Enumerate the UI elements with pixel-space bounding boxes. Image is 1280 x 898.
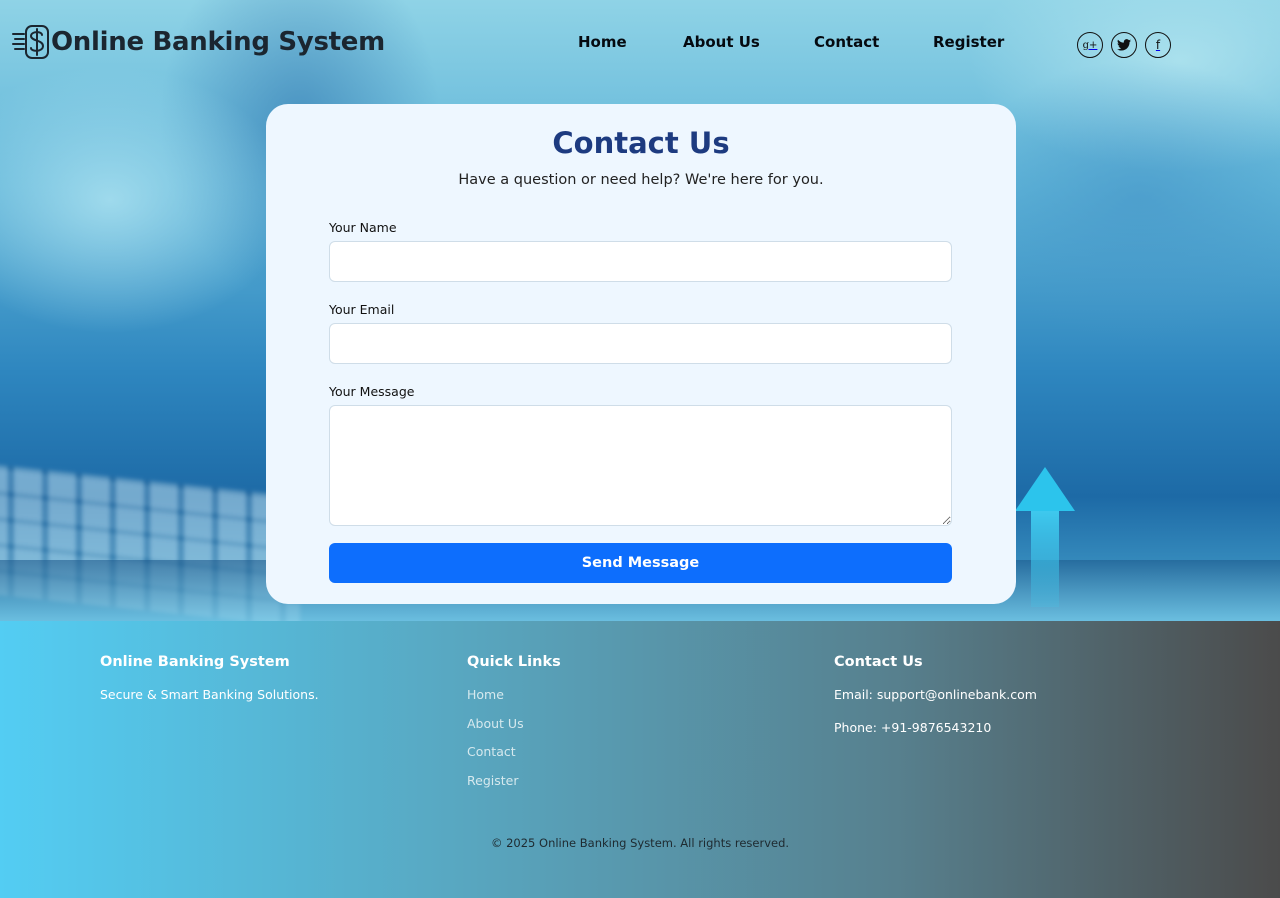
twitter-icon[interactable] <box>1111 32 1137 58</box>
contact-subtitle: Have a question or need help? We're here… <box>458 172 824 188</box>
footer-about-title: Online Banking System <box>100 654 290 670</box>
send-message-button[interactable]: Send Message <box>329 543 952 583</box>
footer-email: Email: support@onlinebank.com <box>834 687 1037 702</box>
footer-link-home[interactable]: Home <box>467 687 504 702</box>
top-navbar: Online Banking System Home About Us Cont… <box>0 0 1280 90</box>
nav-about-us[interactable]: About Us <box>683 33 760 51</box>
site-footer: Online Banking System Secure & Smart Ban… <box>0 621 1280 898</box>
nav-register[interactable]: Register <box>933 33 1004 51</box>
growth-arrow-graphic <box>1015 467 1075 607</box>
copyright-text: © 2025 Online Banking System. All rights… <box>490 836 790 850</box>
footer-quick-links-title: Quick Links <box>467 654 561 670</box>
footer-phone: Phone: +91-9876543210 <box>834 720 992 735</box>
google-plus-icon[interactable]: g+ <box>1077 32 1103 58</box>
email-input[interactable] <box>329 323 952 364</box>
brand-name: Online Banking System <box>51 27 385 57</box>
footer-contact-title: Contact Us <box>834 654 923 670</box>
twitter-bird-glyph <box>1117 39 1131 51</box>
footer-link-register[interactable]: Register <box>467 773 518 788</box>
name-input[interactable] <box>329 241 952 282</box>
facebook-glyph: f <box>1155 38 1161 52</box>
brand[interactable]: Online Banking System <box>12 24 385 60</box>
name-label: Your Name <box>329 220 397 235</box>
nav-home[interactable]: Home <box>578 33 627 51</box>
contact-title: Contact Us <box>552 126 730 160</box>
message-textarea[interactable] <box>329 405 952 526</box>
social-links: g+ f <box>1077 32 1171 58</box>
contact-card: Contact Us Have a question or need help?… <box>266 104 1016 604</box>
google-plus-glyph: g+ <box>1082 39 1098 51</box>
facebook-icon[interactable]: f <box>1145 32 1171 58</box>
nav-contact[interactable]: Contact <box>814 33 879 51</box>
footer-link-about-us[interactable]: About Us <box>467 716 524 731</box>
email-label: Your Email <box>329 302 395 317</box>
dollar-coin-speed-icon <box>12 25 49 59</box>
message-label: Your Message <box>329 384 415 399</box>
footer-link-contact[interactable]: Contact <box>467 744 516 759</box>
footer-tagline: Secure & Smart Banking Solutions. <box>100 687 319 702</box>
